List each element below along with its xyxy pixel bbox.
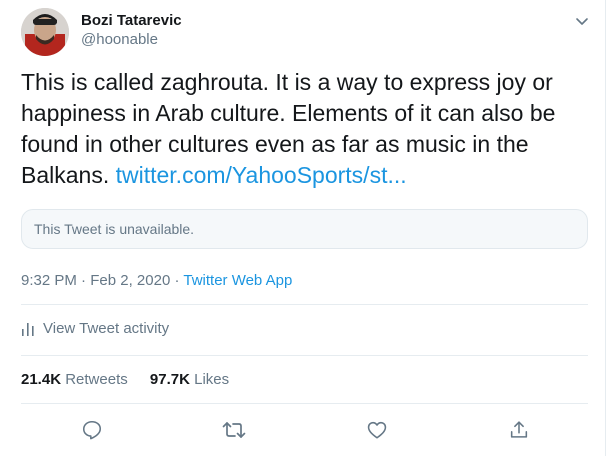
like-button[interactable] — [362, 415, 392, 445]
tweet-text: This is called zaghrouta. It is a way to… — [21, 67, 581, 191]
likes-count: 97.7K — [149, 371, 190, 388]
view-tweet-activity-link[interactable]: View Tweet activity — [21, 320, 169, 337]
likes-label: Likes — [194, 371, 230, 388]
tweet-source-app[interactable]: Twitter Web App — [183, 272, 292, 289]
likes-stat[interactable]: 97.7K Likes — [150, 371, 229, 388]
tweet-detail: Bozi Tatarevic @hoonable This is called … — [0, 0, 606, 456]
avatar-image — [21, 8, 69, 56]
divider — [21, 304, 588, 305]
author-handle[interactable]: @hoonable — [81, 31, 158, 48]
tweet-meta: 9:32 PM · Feb 2, 2020 · Twitter Web App — [21, 272, 292, 289]
tweet-date[interactable]: Feb 2, 2020 — [90, 272, 170, 289]
author-name[interactable]: Bozi Tatarevic — [81, 12, 182, 29]
retweets-label: Retweets — [65, 371, 128, 388]
reply-button[interactable] — [77, 415, 107, 445]
tweet-link[interactable]: twitter.com/YahooSports/st... — [116, 162, 407, 188]
unavailable-text: This Tweet is unavailable. — [34, 221, 195, 237]
avatar[interactable] — [21, 8, 69, 56]
activity-label: View Tweet activity — [43, 320, 170, 337]
bar-chart-icon — [22, 322, 34, 336]
retweet-icon — [222, 422, 246, 438]
divider — [21, 403, 588, 404]
retweets-stat[interactable]: 21.4K Retweets — [21, 371, 132, 388]
reply-icon — [82, 420, 102, 440]
retweets-count: 21.4K — [21, 371, 62, 388]
share-button[interactable] — [504, 415, 534, 445]
meta-separator: · — [174, 272, 180, 289]
retweet-button[interactable] — [219, 415, 249, 445]
chevron-down-icon[interactable] — [573, 12, 591, 30]
tweet-time[interactable]: 9:32 PM — [21, 272, 77, 289]
heart-icon — [367, 421, 387, 439]
tweet-actions — [0, 415, 606, 445]
tweet-stats: 21.4K Retweets 97.7K Likes — [21, 371, 247, 388]
share-icon — [510, 421, 528, 438]
quoted-tweet-unavailable: This Tweet is unavailable. — [21, 209, 588, 249]
meta-separator: · — [81, 272, 87, 289]
divider — [21, 355, 588, 356]
